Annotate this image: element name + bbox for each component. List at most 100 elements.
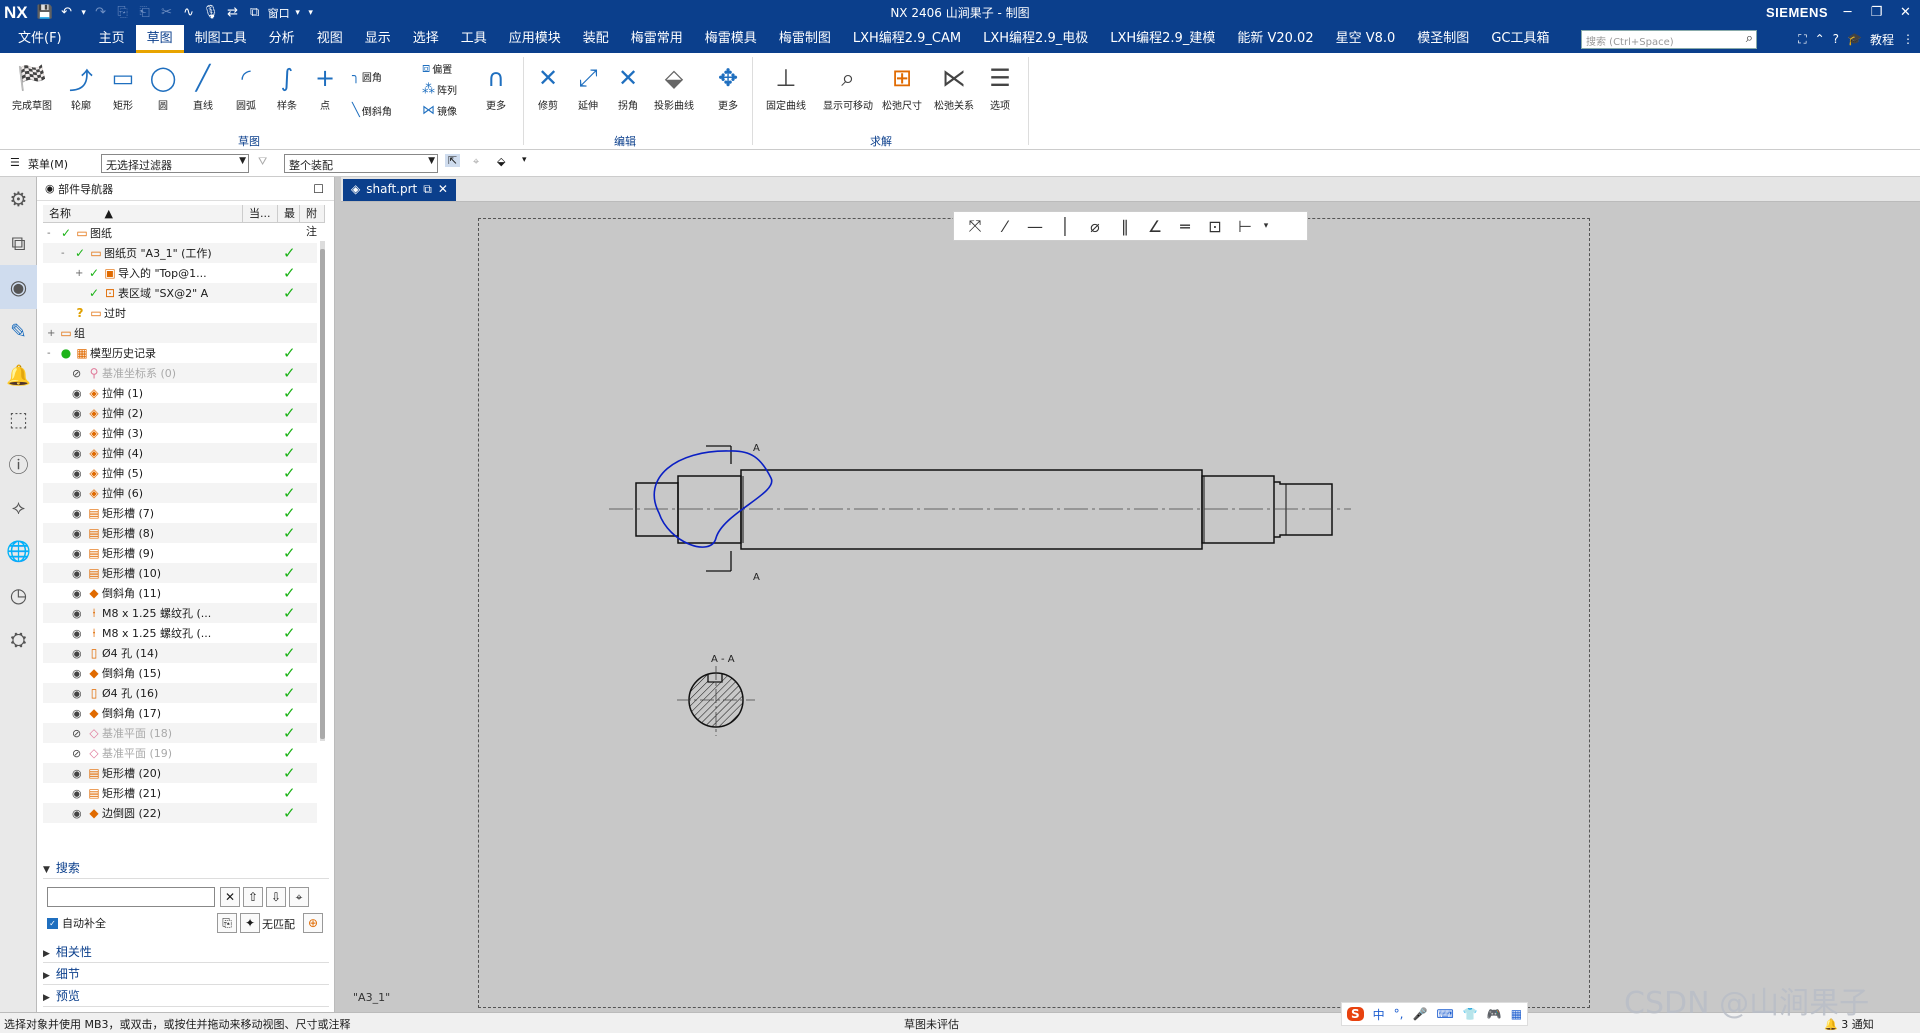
menu-drafting-tools[interactable]: 制图工具	[184, 25, 258, 53]
menu-nengxin[interactable]: 能新 V20.02	[1226, 25, 1324, 53]
tree-row[interactable]: ⊘ ◇ 基准平面 (19) ✓	[43, 743, 317, 763]
snap-icon[interactable]: ⌖	[473, 155, 479, 169]
menu-meilei-mold[interactable]: 梅雷模具	[694, 25, 768, 53]
tree-row[interactable]: - ✓ ▭ 图纸页 "A3_1" (工作) ✓	[43, 243, 317, 263]
visible-eye-icon[interactable]: ◉	[72, 507, 86, 520]
visible-eye-icon[interactable]: ◉	[72, 487, 86, 500]
menu-applications[interactable]: 应用模块	[498, 25, 572, 53]
visible-eye-icon[interactable]: ◉	[72, 407, 86, 420]
menu-display[interactable]: 显示	[354, 25, 402, 53]
close-icon[interactable]: ✕	[1891, 5, 1920, 20]
visible-eye-icon[interactable]: ◉	[72, 587, 86, 600]
ime-punctuation[interactable]: °,	[1394, 1007, 1404, 1021]
visible-eye-icon[interactable]: ◉	[72, 707, 86, 720]
menu-tools[interactable]: 工具	[450, 25, 498, 53]
tree-row[interactable]: ◉ ▤ 矩形槽 (8) ✓	[43, 523, 317, 543]
minimize-icon[interactable]: ─	[1833, 5, 1862, 20]
menu-select[interactable]: 选择	[402, 25, 450, 53]
paste-icon[interactable]: ⎗	[134, 5, 156, 20]
tree-row[interactable]: ◉ ◈ 拉伸 (1) ✓	[43, 383, 317, 403]
hidden-icon[interactable]: ⊘	[72, 747, 86, 760]
save-icon[interactable]: 💾	[34, 5, 56, 20]
tree-row[interactable]: + ▭ 组	[43, 323, 317, 343]
ime-chinese-mode[interactable]: 中	[1373, 1006, 1385, 1023]
menu-home[interactable]: 主页	[88, 25, 136, 53]
sketch-spline-curve[interactable]	[653, 450, 773, 548]
visible-eye-icon[interactable]: ◉	[72, 547, 86, 560]
visible-eye-icon[interactable]: ◉	[72, 647, 86, 660]
undo-dropdown-icon[interactable]: ▾	[78, 8, 90, 18]
visible-eye-icon[interactable]: ◉	[72, 387, 86, 400]
tree-row[interactable]: - ● ▦ 模型历史记录 ✓	[43, 343, 317, 363]
visible-eye-icon[interactable]: ◉	[72, 767, 86, 780]
column-latest[interactable]: 最	[278, 205, 300, 222]
tutorial-icon[interactable]: 🎓	[1847, 32, 1862, 46]
ime-voice-icon[interactable]: 🎤	[1413, 1007, 1428, 1021]
notification-bell-icon[interactable]: 🔔	[0, 353, 37, 397]
constraint-icon[interactable]: ⟡	[0, 485, 37, 529]
menu-view[interactable]: 视图	[306, 25, 354, 53]
chevron-down-icon[interactable]: ▾	[522, 155, 527, 165]
selection-filter-select[interactable]: 无选择过滤器 ▼	[101, 154, 249, 173]
search-icon[interactable]: ⌕	[1746, 31, 1753, 46]
tree-row[interactable]: ◉ ◆ 边倒圆 (22) ✓	[43, 803, 317, 823]
visible-eye-icon[interactable]: ◉	[72, 787, 86, 800]
main-menu-button[interactable]: 菜单(M)	[28, 156, 68, 172]
fullscreen-icon[interactable]: ⛶	[1798, 32, 1806, 47]
edit-more-button[interactable]: ✥ 更多	[702, 59, 754, 112]
history-clock-icon[interactable]: ◷	[0, 573, 37, 617]
collapse-icon[interactable]: -	[47, 228, 58, 239]
sogou-logo-icon[interactable]: S	[1347, 1007, 1364, 1021]
navigator-scrollbar[interactable]	[320, 241, 325, 741]
section-preview[interactable]: ▶ 预览	[43, 985, 329, 1007]
menu-analysis[interactable]: 分析	[258, 25, 306, 53]
help-icon[interactable]: ?	[1833, 32, 1839, 46]
collapse-ribbon-icon[interactable]: ⌃	[1815, 32, 1825, 46]
part-navigator-icon[interactable]: ◉	[0, 265, 37, 309]
menu-file[interactable]: 文件(F)	[0, 25, 88, 53]
collapse-icon[interactable]: -	[61, 248, 72, 259]
maximize-icon[interactable]: ☐	[313, 182, 324, 196]
ime-keyboard-icon[interactable]: ⌨	[1436, 1007, 1453, 1021]
info-icon[interactable]: ⓘ	[0, 441, 37, 485]
tutorial-label[interactable]: 教程	[1870, 31, 1894, 48]
ime-skin-icon[interactable]: 👕	[1463, 1007, 1478, 1021]
expand-icon[interactable]: +	[47, 328, 58, 339]
menu-assembly[interactable]: 装配	[572, 25, 620, 53]
shaft-journal-2[interactable]	[1201, 475, 1275, 544]
window-icon[interactable]: ⧉	[244, 5, 266, 20]
relax-relation-button[interactable]: ⋉ 松弛关系	[928, 59, 980, 112]
expand-icon[interactable]: +	[75, 268, 86, 279]
tree-row[interactable]: ✓ ⊡ 表区域 "SX@2" A ✓	[43, 283, 317, 303]
menu-lxh-cam[interactable]: LXH编程2.9_CAM	[842, 25, 972, 53]
finish-sketch-button[interactable]: 🏁 完成草图	[6, 59, 58, 112]
gear-icon[interactable]: ⚙	[0, 177, 37, 221]
tree-row[interactable]: ◉ ⍿ M8 x 1.25 螺纹孔 (... ✓	[43, 623, 317, 643]
window-dropdown-icon[interactable]: ▾	[292, 8, 304, 18]
copy-results-icon[interactable]: ⎘	[217, 913, 237, 933]
redo-icon[interactable]: ↷	[90, 5, 112, 20]
tree-row[interactable]: ◉ ◆ 倒斜角 (11) ✓	[43, 583, 317, 603]
tree-row[interactable]: ◉ ▤ 矩形槽 (10) ✓	[43, 563, 317, 583]
arrow-down-icon[interactable]: ⇩	[266, 887, 286, 907]
menu-sketch[interactable]: 草图	[135, 25, 184, 53]
section-relations[interactable]: ▶ 相关性	[43, 941, 329, 963]
tree-row[interactable]: + ✓ ▣ 导入的 "Top@1... ✓	[43, 263, 317, 283]
tree-row[interactable]: ◉ ◈ 拉伸 (4) ✓	[43, 443, 317, 463]
menu-xingkong[interactable]: 星空 V8.0	[1325, 25, 1407, 53]
mic-icon[interactable]: 🎙	[200, 5, 222, 20]
locate-icon[interactable]: ⌖	[289, 887, 309, 907]
tree-row[interactable]: ? ▭ 过时	[43, 303, 317, 323]
offset-button[interactable]: ⧈ 偏置	[422, 61, 452, 76]
tree-row[interactable]: ◉ ◈ 拉伸 (6) ✓	[43, 483, 317, 503]
sparkle-icon[interactable]: ✦	[240, 913, 260, 933]
visible-eye-icon[interactable]: ◉	[72, 627, 86, 640]
hidden-icon[interactable]: ⊘	[72, 727, 86, 740]
menu-mosheng[interactable]: 模圣制图	[1406, 25, 1480, 53]
fillet-button[interactable]: ╮ 圆角	[352, 69, 382, 84]
menu-meilei-common[interactable]: 梅雷常用	[620, 25, 694, 53]
ime-game-icon[interactable]: 🎮	[1487, 1007, 1502, 1021]
collapse-icon[interactable]: -	[47, 348, 58, 359]
navigator-search-input[interactable]	[47, 887, 215, 907]
web-browser-icon[interactable]: 🌐	[0, 529, 37, 573]
